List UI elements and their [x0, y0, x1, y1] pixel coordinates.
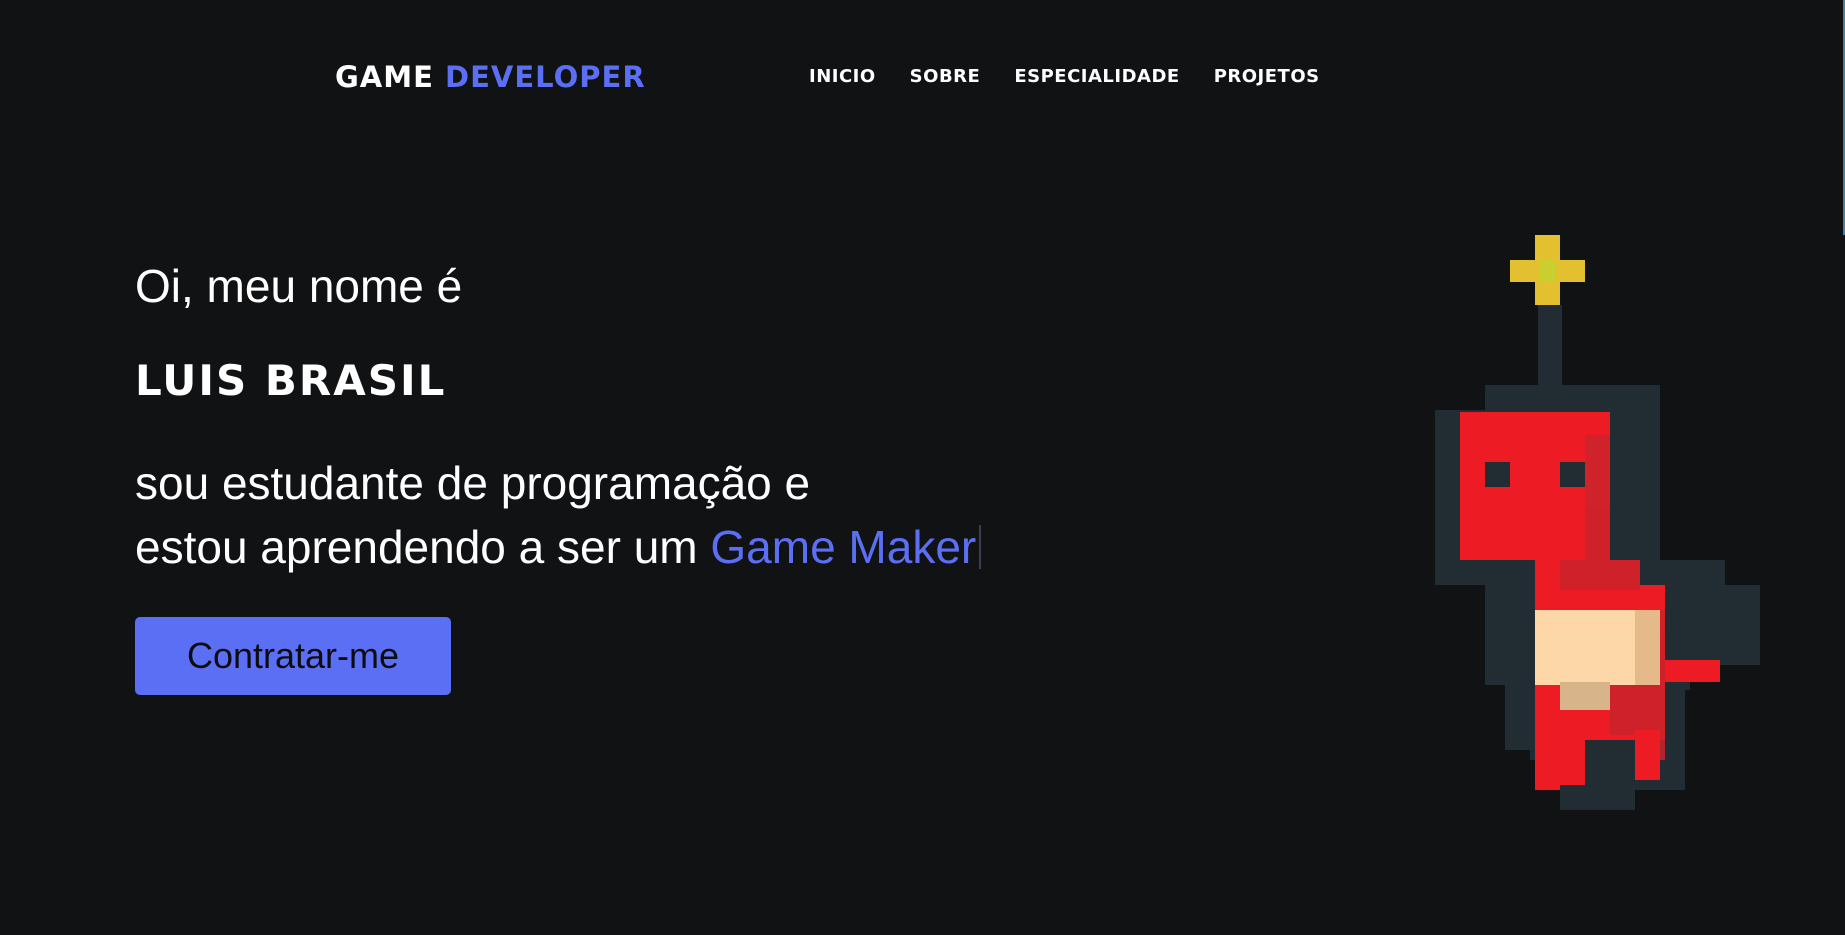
typed-role: Game Maker [710, 521, 977, 573]
nav-projetos[interactable]: PROJETOS [1214, 66, 1320, 88]
logo-word-developer: DEVELOPER [445, 60, 646, 94]
greeting-text: Oi, meu nome é [135, 260, 463, 312]
nav-inicio[interactable]: INICIO [809, 66, 876, 88]
pixel-red-character-icon [1435, 235, 1760, 810]
logo-word-game: GAME [335, 60, 434, 94]
person-name: LUIS BRASIL [135, 356, 447, 405]
hire-button[interactable]: Contratar-me [135, 617, 451, 695]
nav-sobre[interactable]: SOBRE [910, 66, 981, 88]
description: sou estudante de programação e estou apr… [135, 451, 982, 579]
description-line-2-prefix: estou aprendendo a ser um [135, 521, 698, 573]
description-line-1: sou estudante de programação e [135, 457, 811, 509]
description-line-2: estou aprendendo a ser um Game Maker [135, 515, 982, 579]
typing-cursor [979, 525, 982, 569]
main-nav: INICIO SOBRE ESPECIALIDADE PROJETOS [809, 66, 1320, 88]
logo[interactable]: GAME DEVELOPER [335, 60, 646, 94]
nav-especialidade[interactable]: ESPECIALIDADE [1014, 66, 1179, 88]
